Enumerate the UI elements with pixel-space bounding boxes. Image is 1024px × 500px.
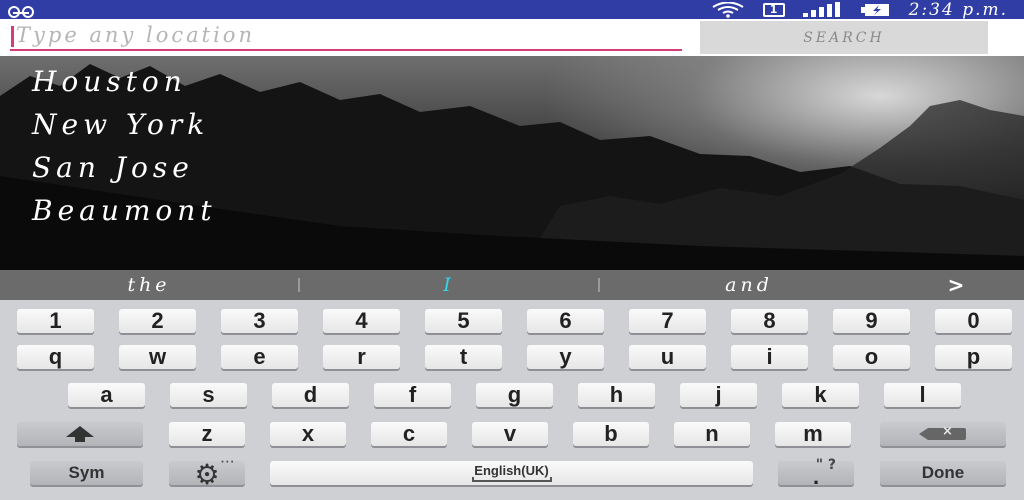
location-item[interactable]: Beaumont	[32, 189, 217, 232]
key-6[interactable]: 6	[527, 309, 604, 333]
punctuation-label: .	[812, 464, 820, 489]
key-2[interactable]: 2	[119, 309, 196, 333]
key-k[interactable]: k	[782, 383, 859, 407]
key-d[interactable]: d	[272, 383, 349, 407]
key-e[interactable]: e	[221, 345, 298, 369]
key-c[interactable]: c	[371, 422, 447, 446]
key-v[interactable]: v	[472, 422, 548, 446]
key-p[interactable]: p	[935, 345, 1012, 369]
background-image: Houston New York San Jose Beaumont	[0, 56, 1024, 270]
settings-dots-icon: ···	[220, 457, 235, 468]
key-7[interactable]: 7	[629, 309, 706, 333]
text-cursor	[11, 26, 14, 47]
battery-charging-icon	[860, 3, 889, 16]
suggestion-strip: the I and >	[0, 270, 1024, 300]
key-8[interactable]: 8	[731, 309, 808, 333]
key-3[interactable]: 3	[221, 309, 298, 333]
suggestion-and[interactable]: and	[600, 274, 898, 296]
key-g[interactable]: g	[476, 383, 553, 407]
backspace-icon	[919, 424, 966, 440]
key-l[interactable]: l	[884, 383, 961, 407]
key-z[interactable]: z	[169, 422, 245, 446]
key-y[interactable]: y	[527, 345, 604, 369]
status-bar: 1 2:34 p.m.	[0, 0, 1024, 20]
location-item[interactable]: New York	[32, 103, 217, 146]
key-s[interactable]: s	[170, 383, 247, 407]
sym-key[interactable]: Sym	[30, 461, 143, 485]
key-1[interactable]: 1	[17, 309, 94, 333]
key-r[interactable]: r	[323, 345, 400, 369]
space-icon	[471, 477, 552, 482]
space-key[interactable]: English(UK)	[270, 461, 753, 485]
voicemail-icon	[8, 5, 34, 18]
done-key[interactable]: Done	[880, 461, 1006, 485]
settings-key[interactable]: ··· ⚙	[169, 457, 245, 489]
suggestion-more-button[interactable]: >	[926, 273, 986, 297]
key-u[interactable]: u	[629, 345, 706, 369]
key-o[interactable]: o	[833, 345, 910, 369]
key-i[interactable]: i	[731, 345, 808, 369]
suggestion-the[interactable]: the	[0, 274, 298, 296]
key-4[interactable]: 4	[323, 309, 400, 333]
backspace-key[interactable]	[880, 422, 1006, 446]
key-t[interactable]: t	[425, 345, 502, 369]
key-j[interactable]: j	[680, 383, 757, 407]
search-button[interactable]: SEARCH	[700, 21, 988, 54]
shift-icon	[66, 425, 94, 442]
status-clock: 2:34 p.m.	[908, 0, 1008, 20]
key-b[interactable]: b	[573, 422, 649, 446]
key-m[interactable]: m	[775, 422, 851, 446]
suggestion-i[interactable]: I	[300, 274, 598, 296]
key-q[interactable]: q	[17, 345, 94, 369]
gear-icon: ⚙	[194, 458, 220, 491]
key-9[interactable]: 9	[833, 309, 910, 333]
search-bar: SEARCH	[0, 19, 1024, 56]
location-item[interactable]: San Jose	[32, 146, 217, 189]
wifi-icon	[712, 1, 744, 18]
location-item[interactable]: Houston	[32, 60, 217, 103]
key-n[interactable]: n	[674, 422, 750, 446]
key-w[interactable]: w	[119, 345, 196, 369]
key-a[interactable]: a	[68, 383, 145, 407]
signal-icon	[802, 2, 840, 17]
location-search-input[interactable]	[10, 21, 682, 51]
key-0[interactable]: 0	[935, 309, 1012, 333]
key-h[interactable]: h	[578, 383, 655, 407]
done-key-label: Done	[921, 463, 965, 482]
key-5[interactable]: 5	[425, 309, 502, 333]
shift-key[interactable]	[17, 422, 143, 446]
space-key-label: English(UK)	[474, 463, 549, 478]
key-f[interactable]: f	[374, 383, 451, 407]
sim-icon: 1	[762, 2, 785, 17]
location-list: Houston New York San Jose Beaumont	[32, 60, 217, 232]
key-x[interactable]: x	[270, 422, 346, 446]
sym-key-label: Sym	[68, 463, 105, 482]
keyboard: Sym ··· ⚙ English(UK) " ? . Done 1 2 3 4 5 6 7…	[0, 300, 1024, 500]
punctuation-key[interactable]: " ? .	[778, 457, 854, 489]
